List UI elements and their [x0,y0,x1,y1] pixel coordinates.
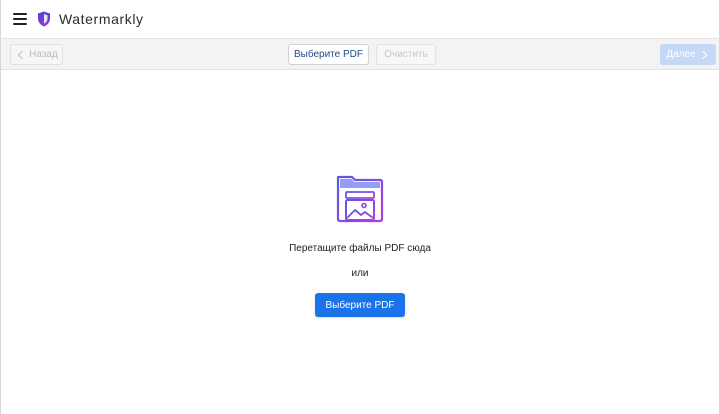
app-title: Watermarkly [59,11,144,27]
folder-image-icon [334,171,386,227]
back-button[interactable]: Назад [10,44,63,65]
shield-logo-icon [37,11,51,27]
chevron-right-icon [698,50,707,59]
clear-button[interactable]: Очистить [376,44,436,65]
drop-zone[interactable]: Перетащите файлы PDF сюда или Выберите P… [1,70,719,414]
select-pdf-toolbar-label: Выберите PDF [294,49,363,60]
or-text: или [351,268,369,279]
back-button-label: Назад [29,49,58,60]
next-button-label: Далее [666,49,696,60]
select-pdf-toolbar-button[interactable]: Выберите PDF [288,44,369,65]
app-header: Watermarkly [1,0,719,39]
next-button[interactable]: Далее [660,44,716,65]
chevron-left-icon [17,50,27,59]
drop-prompt-text: Перетащите файлы PDF сюда [289,243,431,254]
clear-button-label: Очистить [384,49,428,60]
toolbar: Назад Выберите PDF Очистить Далее [1,39,719,70]
hamburger-menu-icon[interactable] [13,13,27,25]
select-pdf-button[interactable]: Выберите PDF [315,293,405,317]
select-pdf-button-label: Выберите PDF [325,299,395,311]
app-window: Watermarkly Назад Выберите PDF Очистить … [0,0,720,414]
